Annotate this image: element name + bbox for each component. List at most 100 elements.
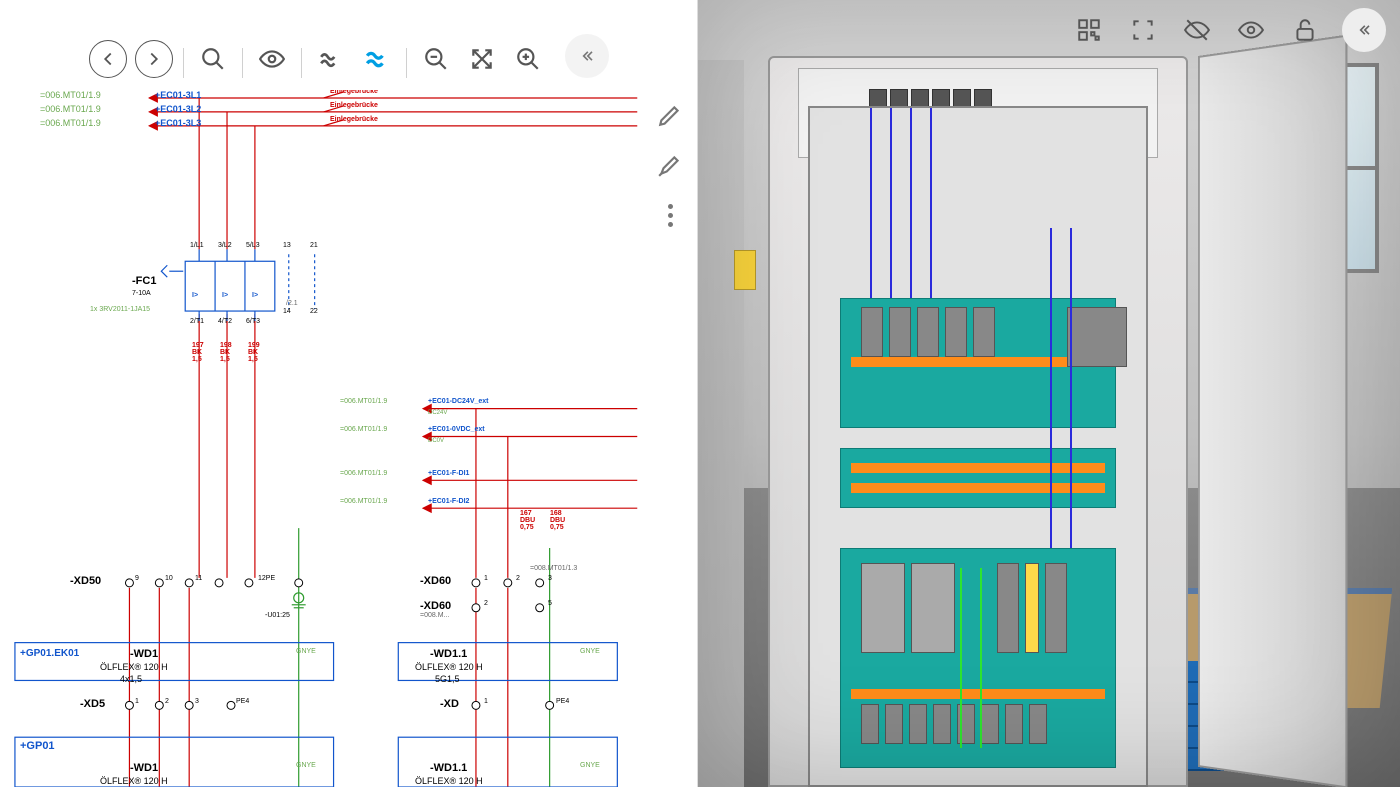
nav-next-button[interactable]: [135, 40, 173, 78]
fc1-i2: I>: [222, 292, 228, 299]
busbar-orange-2: [851, 463, 1105, 473]
pillar: [698, 60, 744, 787]
fc1-aux-21: 21: [310, 242, 318, 249]
xd60-p1: 1: [484, 575, 488, 582]
xd5-p2: 2: [165, 698, 169, 705]
wire-green: [960, 568, 962, 748]
fit-screen-button[interactable]: [463, 40, 501, 78]
crossref-1: =006.MT01/1.9: [40, 90, 101, 100]
fc1-aux-14: 14: [283, 308, 291, 315]
more-tools-button[interactable]: [655, 200, 685, 230]
xd5-p3: 3: [195, 698, 199, 705]
xd5-p4: PE4: [236, 698, 249, 705]
control-cabinet[interactable]: [768, 56, 1188, 787]
xd60b-name: -XD60: [420, 600, 451, 612]
wire-168: 168 DBU 0,75: [550, 510, 565, 531]
schematic-canvas[interactable]: =006.MT01/1.9 +EC01-3L1 =006.MT01/1.9 +E…: [0, 90, 697, 787]
threed-viewport[interactable]: [698, 0, 1400, 787]
net-fdi2: +EC01-F-DI2: [428, 498, 469, 505]
bridge-label-3: Einlegebrücke: [330, 116, 378, 123]
lock-icon[interactable]: [1288, 13, 1322, 47]
xd60-p3: 3: [548, 575, 552, 582]
bridge-label-2: Einlegebrücke: [330, 102, 378, 109]
wd11-type: ÖLFLEX® 120 H: [415, 662, 483, 672]
wd1-type: ÖLFLEX® 120 H: [100, 662, 168, 672]
collapse-left-button[interactable]: [565, 34, 609, 78]
fc1-pin-1: 1/L1: [190, 242, 204, 249]
wd11b-type: ÖLFLEX® 120 H: [415, 776, 483, 786]
fc1-aux-22: 22: [310, 308, 318, 315]
busbar-orange-4: [851, 689, 1105, 699]
crossref-0v: =006.MT01/1.9: [340, 426, 387, 433]
gp01-tag: +GP01: [20, 740, 55, 752]
u01-tag: -U01:25: [265, 612, 290, 619]
cabinet-interior: [808, 106, 1148, 787]
collapse-right-button[interactable]: [1342, 8, 1386, 52]
gnye-1: GNYE: [296, 648, 316, 655]
qr-icon[interactable]: [1072, 13, 1106, 47]
wire-167: 167 DBU 0,75: [520, 510, 535, 531]
xd60-name: -XD60: [420, 575, 451, 587]
cabinet-door: [1198, 35, 1347, 787]
wire-198: 198 BK 1,5: [220, 342, 232, 363]
crossref-fdi1: =006.MT01/1.9: [340, 470, 387, 477]
fc1-i3: I>: [252, 292, 258, 299]
net-0vdc: +EC01-0VDC_ext: [428, 426, 485, 433]
xd50-p3: 11: [195, 575, 202, 582]
fc1-pin-t1: 2/T1: [190, 318, 204, 325]
zoom-out-button[interactable]: [417, 40, 455, 78]
xd-p1: 1: [484, 698, 488, 705]
device-row-1: [861, 307, 1127, 367]
fc1-part: 1x 3RV2011-1JA15: [90, 306, 150, 313]
device-row-2: [861, 563, 1067, 653]
wave-mode-b-button[interactable]: [358, 40, 396, 78]
fc1-aux-13: 13: [283, 242, 291, 249]
external-pushbutton: [734, 250, 756, 290]
threed-toolbar: [1072, 8, 1386, 52]
rack-top: [840, 298, 1116, 428]
xd60-p2: 2: [516, 575, 520, 582]
show-layer-icon[interactable]: [1234, 13, 1268, 47]
wd1b-title: -WD1: [130, 762, 158, 774]
net-ec01-3l2: +EC01-3L2: [155, 104, 201, 114]
ref008-2: =008.M...: [420, 612, 449, 619]
schematic-pane: =006.MT01/1.9 +EC01-3L1 =006.MT01/1.9 +E…: [0, 0, 698, 787]
xd50-p2: 10: [165, 575, 173, 582]
fc1-pin-2: 3/L2: [218, 242, 232, 249]
net-ec01-3l3: +EC01-3L3: [155, 118, 201, 128]
wd11b-title: -WD1.1: [430, 762, 467, 774]
wave-mode-a-button[interactable]: [312, 40, 350, 78]
net-dc24v: +EC01-DC24V_ext: [428, 398, 489, 405]
fc1-pin-3: 5/L3: [246, 242, 260, 249]
search-button[interactable]: [194, 40, 232, 78]
highlighter-tool[interactable]: [655, 150, 685, 180]
busbar-orange-3: [851, 483, 1105, 493]
fc1-pin-t2: 4/T2: [218, 318, 232, 325]
rack-bottom: [840, 548, 1116, 768]
marker-pen-tool[interactable]: [655, 100, 685, 130]
hide-layer-icon[interactable]: [1180, 13, 1214, 47]
threed-pane: [698, 0, 1400, 787]
xd5-name: -XD5: [80, 698, 105, 710]
xd-name: -XD: [440, 698, 459, 710]
fc1-name: -FC1: [132, 275, 156, 287]
zoom-in-button[interactable]: [509, 40, 547, 78]
fc1-range: 7-10A: [132, 290, 151, 297]
nav-prev-button[interactable]: [89, 40, 127, 78]
crossref-fdi2: =006.MT01/1.9: [340, 498, 387, 505]
wire-blue: [870, 108, 872, 298]
focus-frame-icon[interactable]: [1126, 13, 1160, 47]
device-row-3: [861, 704, 1047, 744]
wire-199: 199 BK 1,5: [248, 342, 260, 363]
gnye-4: GNYE: [580, 762, 600, 769]
xd50-name: -XD50: [70, 575, 101, 587]
visibility-button[interactable]: [253, 40, 291, 78]
rack-middle: [840, 448, 1116, 508]
xd5-p1: 1: [135, 698, 139, 705]
gp01-ek01: +GP01.EK01: [20, 648, 79, 659]
xd50-p1: 9: [135, 575, 139, 582]
fc1-cont: /2.1: [286, 300, 298, 307]
fc1-i1: I>: [192, 292, 198, 299]
xd60b-p2: 5: [548, 600, 552, 607]
gnye-3: GNYE: [296, 762, 316, 769]
